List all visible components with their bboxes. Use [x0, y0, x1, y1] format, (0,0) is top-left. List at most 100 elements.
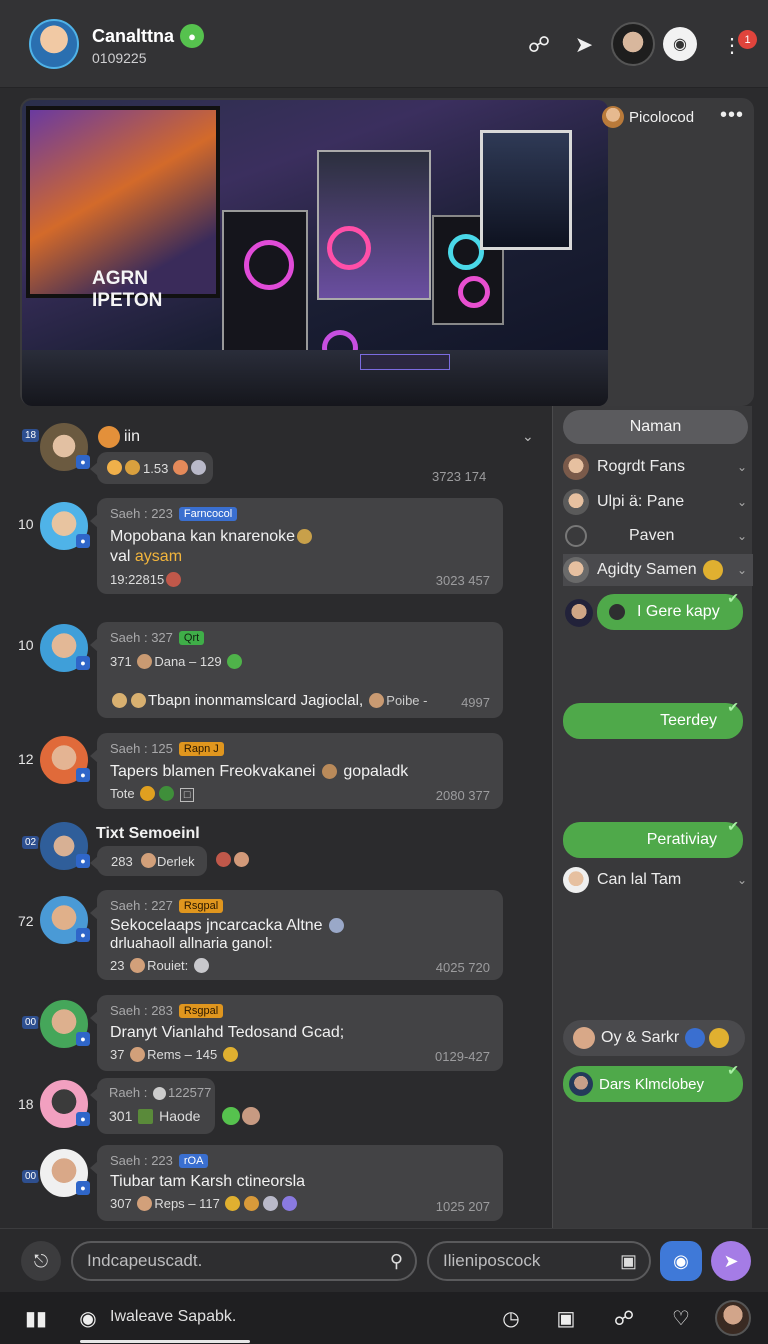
emoji-icon [159, 786, 175, 801]
chevron-down-icon[interactable]: ⌄ [737, 495, 747, 509]
sender-name: iin [124, 428, 141, 445]
message-text: Tapers blamen Freokvakanei gopaladk [110, 763, 409, 780]
heart-icon[interactable]: ♡ [667, 1304, 695, 1332]
green-message-pill[interactable]: I Gere kapy ✔ [597, 590, 743, 630]
composer-bar: ⎋ Indcapeuscadt. ⚲ Ilieniposcock ▣ ◉ ➤ [0, 1228, 768, 1292]
channel-avatar[interactable] [29, 19, 79, 69]
message-meta: Saeh : 223 rOA [110, 1153, 209, 1168]
app-switcher-icon[interactable]: ▮▮ [22, 1304, 50, 1332]
media-card[interactable]: AGRN IPETON Picolocod ••• [20, 98, 754, 406]
message-input[interactable]: Indcapeuscadt. ⚲ [71, 1241, 417, 1281]
search-icon[interactable]: ⚲ [390, 1251, 403, 1272]
timestamp: 2080 377 [435, 788, 490, 803]
status-dot-icon [222, 1107, 240, 1125]
message-text: Tbapn inonmamslcard Jagioclal, Poibe - [110, 692, 427, 709]
pc-tower-graphic [317, 150, 431, 300]
reaction-row[interactable]: Oy & Sarkr [563, 1020, 745, 1056]
rgb-fan-graphic [458, 276, 490, 308]
member-row[interactable]: Rogrdt Fans ⌄ [563, 451, 753, 483]
chevron-down-icon[interactable]: ⌄ [737, 873, 747, 887]
link-icon[interactable]: ☍ [524, 30, 554, 60]
sender-avatar[interactable]: ● [38, 421, 90, 473]
sender-avatar[interactable]: ● [38, 998, 90, 1050]
sent-check-icon: ✔ [727, 699, 739, 715]
emoji-icon [130, 958, 146, 973]
sent-check-icon: ✔ [727, 590, 739, 606]
sender-avatar[interactable]: ● [38, 734, 90, 786]
role-icon: ● [76, 928, 90, 942]
emoji-icon [137, 654, 153, 669]
sender-avatar[interactable]: ● [38, 1147, 90, 1199]
reaction-emoji-icon[interactable] [234, 852, 249, 867]
message-bubble[interactable]: Saeh : 283 Rsgpal Dranyt Vianlahd Tedosan… [90, 995, 503, 1071]
green-message-pill[interactable]: Dars Klmclobey ✔ [563, 1062, 743, 1102]
avatar-icon [573, 1027, 595, 1049]
chevron-down-icon[interactable]: ⌄ [737, 460, 747, 474]
member-row-selected[interactable]: Agidty Samen ⌄ [563, 554, 753, 586]
reaction-emoji-icon[interactable] [216, 852, 231, 867]
sender-avatar[interactable]: ● [38, 622, 90, 674]
message-bubble[interactable]: Saeh : 223 rOA Tiubar tam Karsh ctineorsl… [90, 1145, 503, 1221]
sender-avatar[interactable]: ● [38, 820, 90, 872]
gaming-setup-image[interactable]: AGRN IPETON [22, 100, 608, 406]
timestamp: 4997 [461, 695, 490, 710]
chevron-down-icon[interactable]: ⌄ [522, 428, 534, 445]
message-number: 00 [22, 1170, 40, 1183]
message-tag: Rsgpal [178, 899, 224, 913]
message-text: 283 [111, 854, 133, 869]
message-bubble[interactable]: Saeh : 327 Qrt 371 Dana – 129 Tbapn inonm… [90, 622, 503, 718]
timestamp: 0129-427 [435, 1049, 490, 1064]
message-tag: Qrt [178, 631, 205, 645]
image-icon[interactable]: ▣ [620, 1251, 637, 1272]
send-button[interactable]: ➤ [711, 1241, 751, 1281]
member-row[interactable]: Paven ⌄ [563, 520, 753, 552]
sender-avatar[interactable]: ● [38, 500, 90, 552]
avatar-icon [569, 1072, 593, 1096]
user-avatar[interactable] [611, 22, 655, 66]
member-avatar [563, 867, 589, 893]
calendar-icon[interactable]: ▣ [552, 1304, 580, 1332]
members-header[interactable]: Naman [563, 410, 748, 444]
member-row[interactable]: Ulpi ä: Pane ⌄ [563, 486, 753, 518]
chat-bubble-icon[interactable]: ◉ [663, 27, 697, 61]
green-message-pill[interactable]: Teerdey ✔ [563, 699, 743, 739]
profile-avatar[interactable] [715, 1300, 751, 1336]
message-bubble[interactable]: 283 Derlek [90, 846, 207, 876]
navigate-icon[interactable]: ➤ [569, 30, 599, 60]
secondary-input[interactable]: Ilieniposcock ▣ [427, 1241, 651, 1281]
message-bubble[interactable]: 1.53 [90, 452, 213, 484]
link-icon[interactable]: ☍ [610, 1304, 638, 1332]
chevron-down-icon[interactable]: ⌄ [737, 563, 747, 577]
emoji-icon [130, 1047, 146, 1062]
sender-avatar[interactable]: ● [38, 1078, 90, 1130]
channel-title: Canalttna [92, 26, 175, 46]
camera-button[interactable]: ◉ [660, 1241, 702, 1281]
sender-avatar[interactable]: ● [38, 894, 90, 946]
reaction-avatar-icon[interactable] [242, 1107, 260, 1125]
message-bubble[interactable]: Saeh : 227 Rsgpal Sekocelaaps jncarcacka … [90, 890, 503, 980]
monitor-graphic: AGRN IPETON [26, 106, 220, 311]
message-meta: Saeh : 327 Qrt [110, 630, 205, 645]
message-bubble[interactable]: Saeh : 125 Rapn J Tapers blamen Freokvaka… [90, 733, 503, 809]
message-bubble[interactable]: Saeh : 223 Farncocol Mopobana kan knareno… [90, 498, 503, 594]
chevron-down-icon[interactable]: ⌄ [737, 529, 747, 543]
media-more-icon[interactable]: ••• [720, 104, 744, 127]
badge-icon [709, 1028, 730, 1048]
author-avatar [602, 106, 624, 128]
message-meta: Saeh : 227 Rsgpal [110, 898, 224, 913]
member-avatar[interactable] [565, 599, 593, 627]
message-number: 10 [18, 637, 34, 653]
green-message-pill[interactable]: Perativiay ✔ [563, 818, 743, 858]
record-icon[interactable]: ◉ [74, 1304, 102, 1332]
emoji-icon [173, 460, 188, 475]
microphone-icon[interactable]: ⎋ [21, 1241, 61, 1281]
member-row[interactable]: Can lal Tam ⌄ [563, 864, 753, 896]
media-author[interactable]: Picolocod ••• [580, 102, 754, 132]
message-bubble[interactable]: Raeh : 122577 301 Haode [90, 1078, 215, 1134]
message-text: Dranyt Vianlahd Tedosand Gcad; [110, 1024, 345, 1041]
message-text: Mopobana kan knarenoke [110, 528, 314, 546]
member-name: Can lal Tam [597, 871, 682, 888]
sender-name: Tixt Semoeinl [96, 825, 200, 842]
clock-icon[interactable]: ◷ [497, 1304, 525, 1332]
message-text: 371 Dana – 129 [110, 654, 244, 669]
